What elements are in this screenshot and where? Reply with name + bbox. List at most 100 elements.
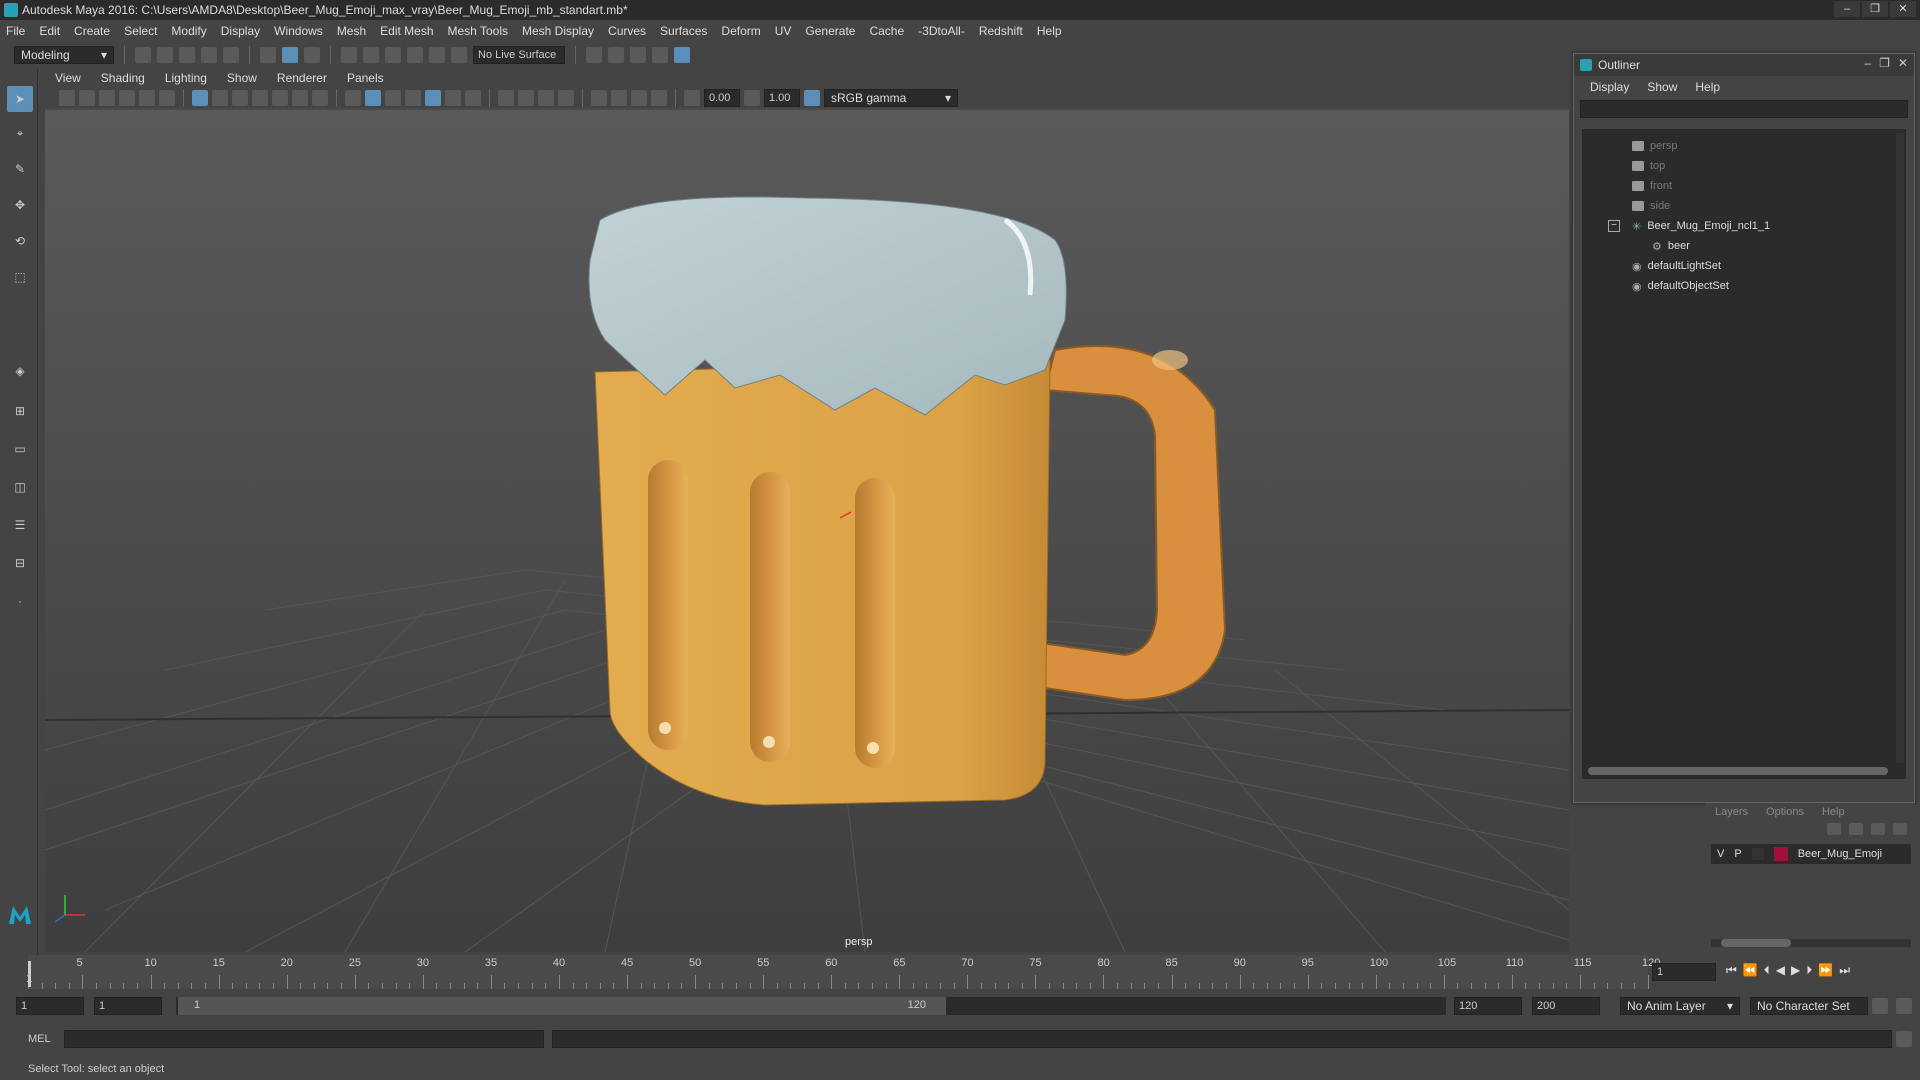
minimize-icon[interactable]: –	[1864, 56, 1871, 70]
depth-of-field-icon[interactable]	[558, 90, 574, 106]
menu-windows[interactable]: Windows	[274, 24, 323, 38]
layout-more-icon[interactable]: ·	[7, 588, 33, 614]
grease-pencil-icon[interactable]	[159, 90, 175, 106]
layer-display-type[interactable]	[1751, 848, 1764, 860]
close-icon[interactable]: ✕	[1890, 1, 1916, 17]
make-live-icon[interactable]	[451, 47, 467, 63]
play-backward-icon[interactable]: ◀	[1776, 963, 1785, 978]
help-tab[interactable]: Help	[1822, 806, 1845, 818]
default-material-icon[interactable]	[385, 90, 401, 106]
smooth-shade-icon[interactable]	[365, 90, 381, 106]
save-scene-icon[interactable]	[179, 47, 195, 63]
menu-mesh-tools[interactable]: Mesh Tools	[448, 24, 508, 38]
menu-select[interactable]: Select	[124, 24, 157, 38]
safe-action-icon[interactable]	[292, 90, 308, 106]
camera-attributes-icon[interactable]	[79, 90, 95, 106]
snap-view-plane-icon[interactable]	[407, 47, 423, 63]
menu-cache[interactable]: Cache	[869, 24, 904, 38]
ipr-render-icon[interactable]	[630, 47, 646, 63]
step-forward-frame-icon[interactable]: ⏵	[1806, 963, 1812, 978]
lasso-tool-icon[interactable]: ⌖	[7, 120, 33, 146]
layer-color-swatch[interactable]	[1773, 847, 1788, 861]
vp-menu-show[interactable]: Show	[227, 71, 257, 85]
gate-mask-icon[interactable]	[252, 90, 268, 106]
exposure-icon[interactable]	[684, 90, 700, 106]
time-ticks[interactable]: 5 10 15 20 25 30 35 40 45 50 55 60 65 70 75 80 85 90 95 100…	[28, 955, 1660, 989]
menu-curves[interactable]: Curves	[608, 24, 646, 38]
film-gate-icon[interactable]	[212, 90, 228, 106]
menu-mesh-display[interactable]: Mesh Display	[522, 24, 594, 38]
auto-key-icon[interactable]	[1872, 998, 1888, 1014]
outliner-item[interactable]: ◉ defaultLightSet	[1632, 257, 1721, 275]
hypershade-icon[interactable]	[674, 47, 690, 63]
mode-dropdown[interactable]: Modeling ▾	[14, 46, 114, 64]
maximize-icon[interactable]: ❐	[1879, 56, 1890, 70]
layout-four-view-icon[interactable]: ⊞	[7, 398, 33, 424]
move-tool-icon[interactable]: ✥	[7, 192, 33, 218]
range-slider-handle[interactable]: 1 120	[178, 997, 946, 1015]
isolate-select-icon[interactable]	[591, 90, 607, 106]
menu-uv[interactable]: UV	[775, 24, 792, 38]
menu-help[interactable]: Help	[1037, 24, 1062, 38]
outliner-item[interactable]: side	[1632, 197, 1670, 215]
snap-grid-icon[interactable]	[341, 47, 357, 63]
xray-active-icon[interactable]	[631, 90, 647, 106]
vp-menu-shading[interactable]: Shading	[101, 71, 145, 85]
step-forward-key-icon[interactable]: ⏩	[1818, 963, 1833, 978]
command-input[interactable]	[64, 1030, 544, 1048]
vp-menu-view[interactable]: View	[55, 71, 81, 85]
outliner-item[interactable]: persp	[1632, 137, 1678, 155]
last-tool-icon[interactable]: ◈	[7, 358, 33, 384]
exposure-field[interactable]: 0.00	[704, 89, 740, 107]
outliner-list[interactable]: persp top front side − ✳ Beer_Mug_Emoji_n…	[1582, 129, 1906, 779]
paint-select-icon[interactable]: ✎	[7, 156, 33, 182]
playback-start-field[interactable]: 1	[94, 997, 162, 1015]
step-back-frame-icon[interactable]: ⏴	[1764, 963, 1770, 978]
menu-surfaces[interactable]: Surfaces	[660, 24, 707, 38]
outliner-item[interactable]: ⚙ beer	[1652, 237, 1690, 255]
render-frame-icon[interactable]	[608, 47, 624, 63]
select-tool-icon[interactable]: ➤	[7, 86, 33, 112]
range-slider-track[interactable]: 1 120	[176, 997, 1446, 1015]
color-management-icon[interactable]	[804, 90, 820, 106]
time-slider[interactable]: 5 10 15 20 25 30 35 40 45 50 55 60 65 70 75 80 85 90 95 100…	[0, 955, 1920, 989]
go-to-start-icon[interactable]: ⏮	[1726, 963, 1737, 978]
menu-generate[interactable]: Generate	[805, 24, 855, 38]
textured-icon[interactable]	[425, 90, 441, 106]
bookmark-icon[interactable]	[99, 90, 115, 106]
menu-modify[interactable]: Modify	[171, 24, 206, 38]
new-scene-icon[interactable]	[135, 47, 151, 63]
vp-menu-lighting[interactable]: Lighting	[165, 71, 207, 85]
gamma-icon[interactable]	[744, 90, 760, 106]
character-set-dropdown[interactable]: No Character Set	[1750, 997, 1868, 1015]
layers-tab[interactable]: Layers	[1715, 806, 1748, 818]
collapse-icon[interactable]: −	[1608, 220, 1620, 232]
viewport-canvas[interactable]	[45, 110, 1569, 952]
scale-tool-icon[interactable]: ⬚	[7, 264, 33, 290]
use-lights-icon[interactable]	[445, 90, 461, 106]
anim-end-field[interactable]: 200	[1532, 997, 1600, 1015]
snap-point-icon[interactable]	[385, 47, 401, 63]
menu-edit[interactable]: Edit	[39, 24, 60, 38]
outliner-menu-show[interactable]: Show	[1647, 80, 1677, 94]
layer-row[interactable]: V P Beer_Mug_Emoji	[1711, 844, 1911, 864]
new-layer-icon[interactable]	[1871, 823, 1885, 835]
layer-visibility-toggle[interactable]: V	[1717, 848, 1724, 860]
maximize-icon[interactable]: ❐	[1862, 1, 1888, 17]
rotate-tool-icon[interactable]: ⟲	[7, 228, 33, 254]
outliner-hscrollbar[interactable]	[1588, 767, 1888, 775]
motion-blur-icon[interactable]	[518, 90, 534, 106]
field-chart-icon[interactable]	[272, 90, 288, 106]
mel-label[interactable]: MEL	[28, 1033, 51, 1045]
undo-icon[interactable]	[201, 47, 217, 63]
anim-start-field[interactable]: 1	[16, 997, 84, 1015]
outliner-search-input[interactable]	[1580, 100, 1908, 118]
move-layer-down-icon[interactable]	[1849, 823, 1863, 835]
layout-graph-icon[interactable]: ⊟	[7, 550, 33, 576]
go-to-end-icon[interactable]: ⏭	[1839, 963, 1850, 978]
wireframe-on-shaded-icon[interactable]	[405, 90, 421, 106]
menu-redshift[interactable]: Redshift	[979, 24, 1023, 38]
camera-select-icon[interactable]	[59, 90, 75, 106]
outliner-item[interactable]: ◉ defaultObjectSet	[1632, 277, 1729, 295]
menu-edit-mesh[interactable]: Edit Mesh	[380, 24, 433, 38]
